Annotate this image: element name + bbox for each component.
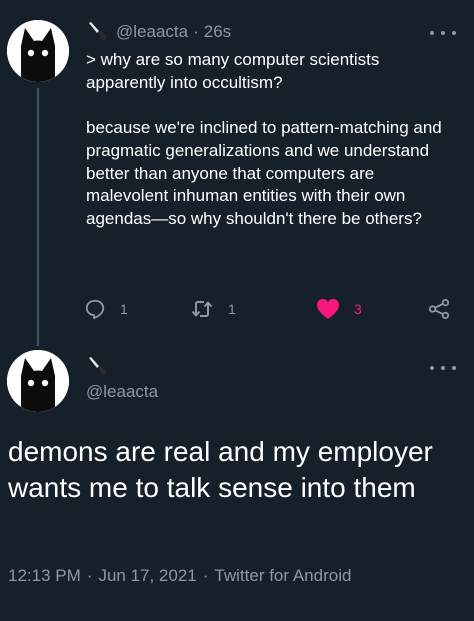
reply-button[interactable]: 1 <box>84 297 128 321</box>
black-cat-avatar-icon <box>7 350 69 412</box>
tweet-body: > why are so many computer scientists ap… <box>86 49 460 231</box>
separator-dot: · <box>202 566 209 585</box>
reply-icon <box>85 299 105 320</box>
tweet-time[interactable]: 12:13 PM <box>8 566 81 585</box>
knife-icon <box>86 21 108 43</box>
quoted-question: > why are so many computer scientists ap… <box>86 50 380 92</box>
tweet-header: @leaacta · 26s <box>86 20 231 44</box>
share-button[interactable] <box>428 297 450 321</box>
tweet-client[interactable]: Twitter for Android <box>214 566 351 585</box>
knife-icon <box>86 356 108 378</box>
user-handle[interactable]: @leaacta <box>116 22 188 42</box>
avatar[interactable] <box>7 350 69 412</box>
user-handle[interactable]: @leaacta <box>86 382 158 402</box>
display-name[interactable] <box>86 356 108 383</box>
tweet-date[interactable]: Jun 17, 2021 <box>98 566 196 585</box>
like-button[interactable]: 3 <box>316 297 362 321</box>
more-dots-icon[interactable] <box>430 26 456 40</box>
tweet-timestamp[interactable]: 26s <box>204 22 231 42</box>
separator-dot: · <box>193 22 199 41</box>
tweet-meta: 12:13 PM · Jun 17, 2021 · Twitter for Androi… <box>8 566 351 586</box>
separator-dot: · <box>86 566 93 585</box>
more-dots-icon[interactable] <box>430 361 456 375</box>
tweet-answer: because we're inclined to pattern-matchi… <box>86 118 442 228</box>
retweet-count: 1 <box>228 301 236 317</box>
tweet-text: demons are real and my employer wants me… <box>8 436 433 503</box>
black-cat-avatar-icon <box>7 20 69 82</box>
retweet-icon <box>191 301 213 317</box>
heart-icon <box>317 299 339 319</box>
retweet-button[interactable]: 1 <box>190 297 236 321</box>
like-count: 3 <box>354 301 362 317</box>
reply-count: 1 <box>120 301 128 317</box>
thread-connector-line <box>37 88 39 346</box>
tweet-actions: 1 1 3 <box>84 297 460 321</box>
avatar[interactable] <box>7 20 69 82</box>
parent-tweet[interactable]: @leaacta · 26s > why are so many compute… <box>0 0 474 346</box>
share-icon <box>428 298 450 320</box>
